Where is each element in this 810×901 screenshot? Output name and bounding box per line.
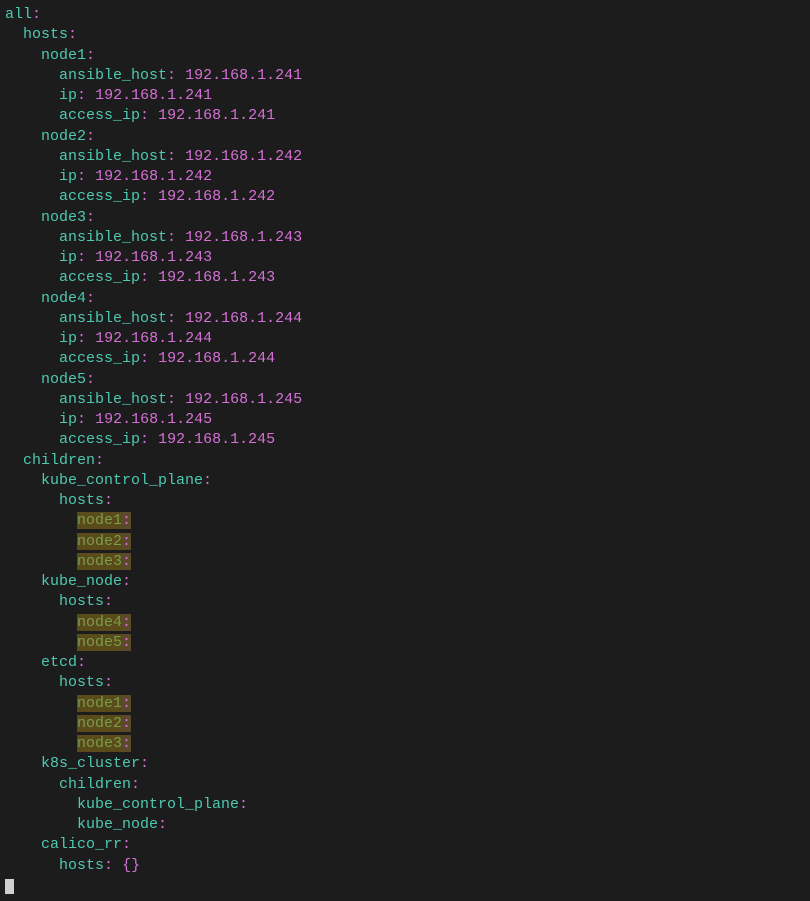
- yaml-key: kube_node: [77, 816, 158, 833]
- yaml-key: k8s_cluster: [41, 755, 140, 772]
- ip-value: 192.168.1.244: [95, 330, 212, 347]
- yaml-key: ip: [59, 330, 77, 347]
- node-name: node2: [41, 128, 86, 145]
- node-name: node1: [41, 47, 86, 64]
- node-ref: node2: [77, 715, 122, 732]
- yaml-key: hosts: [23, 26, 68, 43]
- node-ref: node2: [77, 533, 122, 550]
- ip-value: 192.168.1.243: [158, 269, 275, 286]
- yaml-key: ansible_host: [59, 148, 167, 165]
- yaml-key: access_ip: [59, 269, 140, 286]
- ip-value: 192.168.1.245: [95, 411, 212, 428]
- ip-value: 192.168.1.243: [95, 249, 212, 266]
- node-name: node4: [41, 290, 86, 307]
- yaml-key: access_ip: [59, 107, 140, 124]
- yaml-key: children: [59, 776, 131, 793]
- yaml-key: kube_control_plane: [77, 796, 239, 813]
- ip-value: 192.168.1.242: [185, 148, 302, 165]
- yaml-key: ip: [59, 249, 77, 266]
- ip-value: 192.168.1.242: [95, 168, 212, 185]
- yaml-key: ansible_host: [59, 310, 167, 327]
- yaml-key: ansible_host: [59, 391, 167, 408]
- node-ref: node5: [77, 634, 122, 651]
- ip-value: 192.168.1.245: [185, 391, 302, 408]
- ip-value: 192.168.1.243: [185, 229, 302, 246]
- yaml-key: kube_control_plane: [41, 472, 203, 489]
- yaml-editor[interactable]: all: hosts: node1: ansible_host: 192.168…: [5, 5, 805, 896]
- ip-value: 192.168.1.242: [158, 188, 275, 205]
- yaml-key: kube_node: [41, 573, 122, 590]
- ip-value: 192.168.1.241: [95, 87, 212, 104]
- empty-braces: {}: [122, 857, 140, 874]
- yaml-key: ip: [59, 411, 77, 428]
- cursor-icon: [5, 879, 14, 894]
- ip-value: 192.168.1.245: [158, 431, 275, 448]
- node-name: node3: [41, 209, 86, 226]
- yaml-key: all: [5, 6, 32, 23]
- yaml-key: hosts: [59, 593, 104, 610]
- yaml-key: ip: [59, 168, 77, 185]
- yaml-key: ansible_host: [59, 67, 167, 84]
- node-ref: node1: [77, 695, 122, 712]
- node-ref: node4: [77, 614, 122, 631]
- ip-value: 192.168.1.244: [158, 350, 275, 367]
- yaml-key: etcd: [41, 654, 77, 671]
- yaml-key: access_ip: [59, 188, 140, 205]
- yaml-key: access_ip: [59, 431, 140, 448]
- yaml-key: ip: [59, 87, 77, 104]
- ip-value: 192.168.1.241: [158, 107, 275, 124]
- yaml-key: hosts: [59, 674, 104, 691]
- ip-value: 192.168.1.244: [185, 310, 302, 327]
- yaml-key: access_ip: [59, 350, 140, 367]
- node-ref: node1: [77, 512, 122, 529]
- node-ref: node3: [77, 735, 122, 752]
- node-ref: node3: [77, 553, 122, 570]
- yaml-key: ansible_host: [59, 229, 167, 246]
- node-name: node5: [41, 371, 86, 388]
- yaml-key: calico_rr: [41, 836, 122, 853]
- yaml-key: hosts: [59, 857, 104, 874]
- yaml-key: children: [23, 452, 95, 469]
- yaml-key: hosts: [59, 492, 104, 509]
- ip-value: 192.168.1.241: [185, 67, 302, 84]
